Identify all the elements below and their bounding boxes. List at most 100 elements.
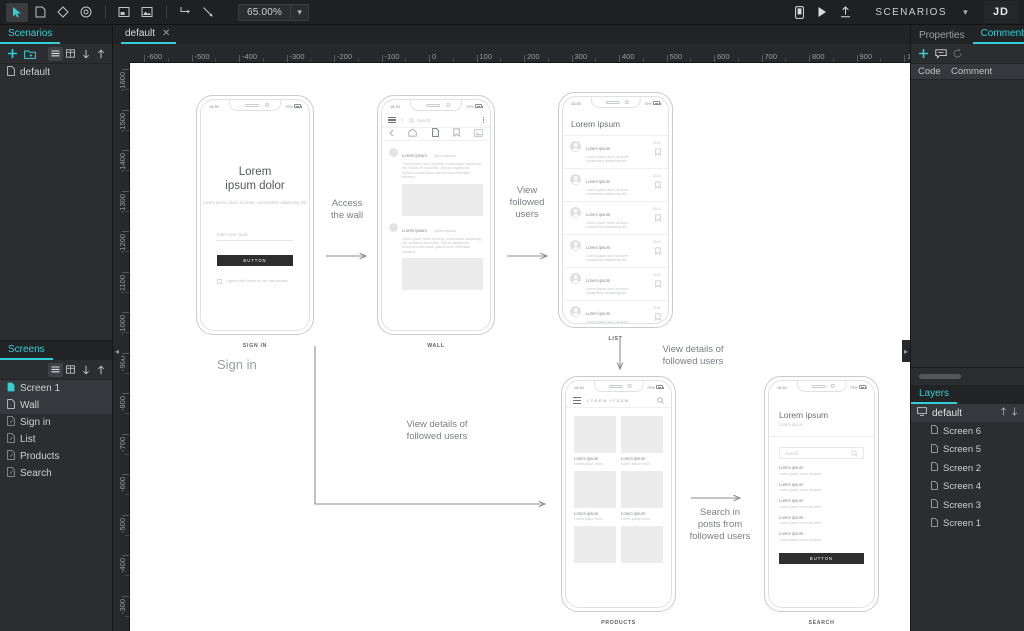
design-canvas[interactable]: 18:50 70% Lorem ipsum dolor Lorem ipsum … <box>130 63 910 631</box>
panel-resize-handle[interactable] <box>911 367 1024 385</box>
move-down-icon[interactable] <box>1011 407 1018 419</box>
layer-item[interactable]: Screen 3 <box>911 496 1024 515</box>
tab-layers[interactable]: Layers <box>911 388 958 404</box>
email-field[interactable]: Enter your email <box>217 232 293 241</box>
search-result[interactable]: Lorem ipsum Lorem ipsum dolor sit amet <box>769 492 874 509</box>
layer-item[interactable]: Screen 6 <box>911 422 1024 441</box>
line-tool[interactable] <box>197 3 219 22</box>
tab-screens[interactable]: Screens <box>0 344 53 360</box>
screen-tool[interactable] <box>29 3 51 22</box>
sidebar-item-products[interactable]: Products <box>0 448 112 465</box>
screens-move-up-icon[interactable] <box>93 363 108 377</box>
screens-list-view-icon[interactable] <box>48 362 63 377</box>
product-card[interactable]: Lorem ipsum Lorem ipsum dolor <box>574 416 616 466</box>
screen-sign-in[interactable]: 18:50 70% Lorem ipsum dolor Lorem ipsum … <box>196 95 314 349</box>
comment-icon[interactable] <box>932 46 949 61</box>
add-icon[interactable] <box>4 46 21 61</box>
search-icon[interactable] <box>657 395 664 407</box>
screen-search[interactable]: 18:50 70% Lorem ipsum Lorem ipsum Search… <box>764 376 879 626</box>
move-down-icon[interactable] <box>78 47 93 61</box>
image-icon[interactable] <box>474 128 483 140</box>
connector-tool[interactable] <box>174 3 196 22</box>
sidebar-item-wall[interactable]: Wall <box>0 397 112 414</box>
shape-tool[interactable] <box>52 3 74 22</box>
layer-root-default[interactable]: default <box>911 404 1024 422</box>
image-tool[interactable] <box>136 3 158 22</box>
list-item[interactable]: Lorem ipsum Lorem ipsum dolor sit amet, … <box>563 234 668 267</box>
list-item[interactable]: Lorem ipsum Lorem ipsum dolor sit amet, … <box>563 267 668 300</box>
collapse-left-icon[interactable]: ◂ <box>113 340 121 362</box>
list-item[interactable]: Lorem ipsum Lorem ipsum dolor sit amet, … <box>563 168 668 201</box>
screen-wall[interactable]: 18:50 70% Search... Lorem ipsum @loremip… <box>377 95 495 349</box>
ruler-label: -200 <box>337 52 353 61</box>
screen-caption-sign-in: SIGN IN <box>242 343 268 349</box>
product-card[interactable]: Lorem ipsum Lorem ipsum dolor <box>621 416 663 466</box>
search-result[interactable]: Lorem ipsum Lorem ipsum dolor sit amet <box>769 509 874 526</box>
terms-checkbox-row[interactable]: I agree with terms of use and privacy <box>217 279 293 284</box>
move-up-icon[interactable] <box>1000 407 1007 419</box>
note-tool[interactable] <box>113 3 135 22</box>
scenarios-selector-label[interactable]: SCENARIOS <box>875 7 947 18</box>
layer-item[interactable]: Screen 1 <box>911 515 1024 534</box>
screens-grid-view-icon[interactable] <box>63 363 78 377</box>
user-avatar[interactable]: JD <box>983 1 1018 23</box>
checkbox-icon[interactable] <box>217 279 222 284</box>
sign-in-button[interactable]: BUTTON <box>217 255 293 266</box>
target-tool[interactable] <box>75 3 97 22</box>
search-result[interactable]: Lorem ipsum Lorem ipsum dolor sit amet <box>769 459 874 476</box>
scenario-item-default[interactable]: default <box>0 64 112 81</box>
grid-view-icon[interactable] <box>63 47 78 61</box>
hamburger-icon[interactable] <box>573 397 581 404</box>
screen-products[interactable]: 18:50 70% LOREM IPSUM Lorem ipsum Lorem … <box>561 376 676 626</box>
sidebar-item-sign-in[interactable]: Sign in <box>0 414 112 431</box>
list-item[interactable]: Lorem ipsum Lorem ipsum dolor sit amet, … <box>563 135 668 168</box>
more-icon[interactable] <box>482 116 484 124</box>
bookmark-icon[interactable] <box>453 128 460 140</box>
product-card[interactable] <box>621 526 663 563</box>
add-comment-icon[interactable] <box>915 46 932 61</box>
play-icon[interactable] <box>811 3 833 22</box>
tab-properties[interactable]: Properties <box>911 30 973 44</box>
product-card[interactable] <box>574 526 616 563</box>
sidebar-item-list[interactable]: List <box>0 431 112 448</box>
wall-post[interactable]: Lorem ipsum @loremipsum Lorem ipsum dolo… <box>382 216 490 291</box>
close-icon[interactable]: ✕ <box>162 28 170 39</box>
home-icon[interactable] <box>408 128 417 140</box>
search-result[interactable]: Lorem ipsum Lorem ipsum dolor sit amet <box>769 476 874 493</box>
scenarios-chevron-down-icon[interactable]: ▾ <box>957 7 974 18</box>
upload-icon[interactable] <box>834 3 856 22</box>
tab-default[interactable]: default ✕ <box>121 28 177 44</box>
list-item[interactable]: Lorem ipsum Lorem ipsum dolor sit amet, … <box>563 201 668 234</box>
wall-post[interactable]: Lorem ipsum @loremipsum Lorem ipsum dolo… <box>382 141 490 216</box>
select-tool[interactable] <box>6 2 28 22</box>
search-input[interactable]: Search... <box>779 447 864 459</box>
layer-item[interactable]: Screen 2 <box>911 459 1024 478</box>
hamburger-icon[interactable] <box>388 116 396 124</box>
zoom-control[interactable]: 65.00% ▾ <box>238 3 310 21</box>
tab-comments[interactable]: Comments <box>972 28 1024 44</box>
move-up-icon[interactable] <box>93 47 108 61</box>
document-icon[interactable] <box>431 128 439 140</box>
screen-list[interactable]: 18:50 70% Lorem ipsum Lorem ipsum Lorem … <box>558 92 673 342</box>
layer-item[interactable]: Screen 5 <box>911 441 1024 460</box>
sidebar-item-screen-1[interactable]: Screen 1 <box>0 380 112 397</box>
device-icon[interactable] <box>788 3 810 22</box>
search-input[interactable]: Search... <box>402 117 477 123</box>
add-folder-icon[interactable] <box>21 46 38 61</box>
search-result[interactable]: Lorem ipsum Lorem ipsum dolor sit amet <box>769 525 874 542</box>
search-button[interactable]: BUTTON <box>779 552 864 564</box>
product-card[interactable]: Lorem ipsum Lorem ipsum dolor <box>574 471 616 521</box>
screens-move-down-icon[interactable] <box>78 363 93 377</box>
refresh-icon[interactable] <box>949 46 966 61</box>
layer-item[interactable]: Screen 4 <box>911 478 1024 497</box>
tab-scenarios[interactable]: Scenarios <box>0 28 61 44</box>
ruler-tick-minor <box>832 58 834 62</box>
back-icon[interactable] <box>389 128 394 140</box>
horizontal-ruler[interactable]: -600 -500 -400 -300 -200 -100 0 100 200 300 400 500… <box>130 44 910 63</box>
list-item[interactable]: Lorem ipsum Lorem ipsum dolor sit amet, … <box>563 300 668 323</box>
sidebar-item-search[interactable]: Search <box>0 465 112 482</box>
chevron-down-icon[interactable]: ▾ <box>291 7 308 18</box>
list-view-icon[interactable] <box>48 46 63 61</box>
product-card[interactable]: Lorem ipsum Lorem ipsum dolor <box>621 471 663 521</box>
collapse-right-icon[interactable]: ▸ <box>902 340 910 362</box>
